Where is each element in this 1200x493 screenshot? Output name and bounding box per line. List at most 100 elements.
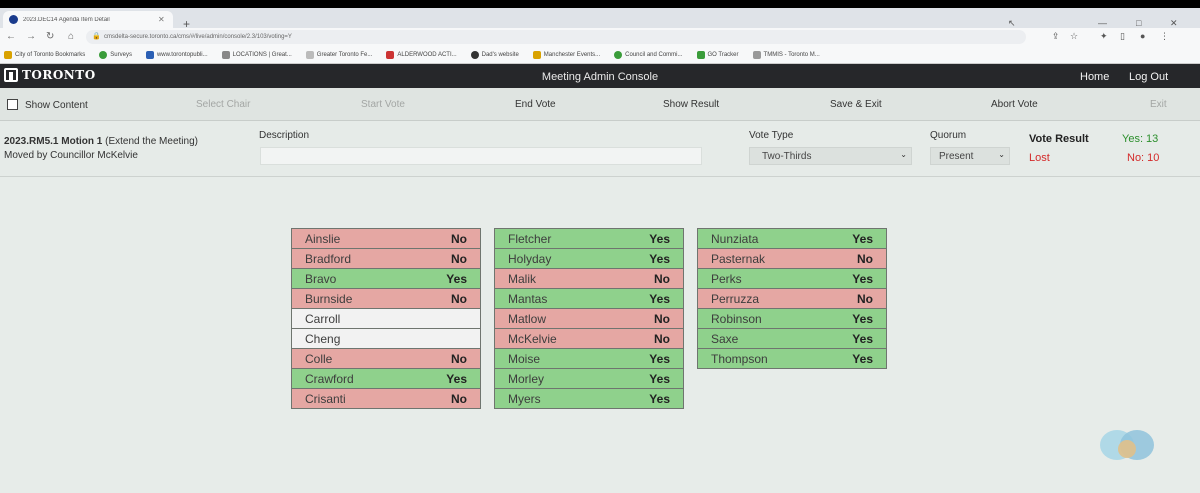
councillor-vote-row[interactable]: Bradford No [291, 248, 481, 269]
bookmark-item[interactable]: Greater Toronto Fe... [305, 50, 372, 59]
logout-link[interactable]: Log Out [1129, 71, 1168, 83]
address-bar-row: ← → ↻ ⌂ 🔒 cmsdelta-secure.toronto.ca/cms… [0, 28, 1200, 46]
councillor-name: Moise [508, 352, 541, 366]
vote-value: Yes [852, 352, 873, 366]
councillor-vote-row[interactable]: Malik No [494, 268, 684, 289]
vote-type-select[interactable]: Two-Thirds ⌄ [749, 147, 912, 165]
councillor-name: Malik [508, 272, 537, 286]
share-icon[interactable]: ⇪ [1052, 31, 1060, 42]
councillor-name: Nunziata [711, 232, 759, 246]
abort-vote-button[interactable]: Abort Vote [991, 99, 1038, 110]
councillor-vote-row[interactable]: Ainslie No [291, 228, 481, 249]
extensions-icon[interactable]: ✦ [1100, 31, 1108, 42]
councillor-vote-row[interactable]: Thompson Yes [697, 348, 887, 369]
councillor-name: Pasternak [711, 252, 766, 266]
motion-info-panel: 2023.RM5.1 Motion 1 (Extend the Meeting)… [0, 121, 1200, 177]
councillor-name: Fletcher [508, 232, 552, 246]
motion-title: 2023.RM5.1 Motion 1 (Extend the Meeting) [4, 136, 198, 147]
councillor-vote-row[interactable]: Myers Yes [494, 388, 684, 409]
councillor-name: Matlow [508, 312, 547, 326]
reload-icon[interactable]: ↻ [46, 31, 54, 42]
go-icon [696, 50, 705, 59]
bookmark-item[interactable]: Council and Commi... [614, 50, 683, 59]
bookmarks-bar: City of Toronto Bookmarks Surveys www.to… [0, 46, 1200, 64]
menu-icon[interactable]: ⋮ [1160, 31, 1169, 42]
bookmark-item[interactable]: Dad's website [470, 50, 519, 59]
vote-value: No [451, 232, 467, 246]
councillor-vote-row[interactable]: Morley Yes [494, 368, 684, 389]
councillor-name: Bradford [305, 252, 352, 266]
councillor-vote-row[interactable]: Cheng [291, 328, 481, 349]
sidebar-icon[interactable]: ▯ [1120, 31, 1125, 42]
bookmark-item[interactable]: TMMIS - Toronto M... [752, 50, 820, 59]
councillor-vote-row[interactable]: Mantas Yes [494, 288, 684, 309]
bookmark-star-icon[interactable]: ☆ [1070, 31, 1078, 42]
vote-value: No [451, 252, 467, 266]
councillor-vote-row[interactable]: Saxe Yes [697, 328, 887, 349]
bookmark-item[interactable]: ALDERWOOD ACTI... [386, 50, 457, 59]
globe-icon [470, 50, 479, 59]
url-field[interactable]: 🔒 cmsdelta-secure.toronto.ca/cms/#/live/… [86, 30, 1026, 44]
councillor-vote-row[interactable]: Moise Yes [494, 348, 684, 369]
councillor-name: Morley [508, 372, 545, 386]
bookmark-item[interactable]: LOCATIONS | Great... [221, 50, 292, 59]
vote-value: No [857, 252, 873, 266]
forward-icon[interactable]: → [26, 31, 36, 42]
lock-icon: 🔒 [92, 33, 101, 40]
home-icon[interactable]: ⌂ [68, 31, 74, 42]
description-input[interactable] [260, 147, 702, 165]
quorum-value: Present [939, 151, 974, 162]
vote-type-label: Vote Type [749, 130, 794, 141]
councillor-vote-row[interactable]: Matlow No [494, 308, 684, 329]
councillor-name: Perruzza [711, 292, 760, 306]
councillor-vote-row[interactable]: Perruzza No [697, 288, 887, 309]
favicon-icon [9, 15, 18, 24]
home-link[interactable]: Home [1080, 71, 1109, 83]
councillor-vote-row[interactable]: Pasternak No [697, 248, 887, 269]
vote-value: Yes [852, 232, 873, 246]
councillor-name: Thompson [711, 352, 768, 366]
councillor-vote-row[interactable]: Robinson Yes [697, 308, 887, 329]
tmmis-icon [752, 50, 761, 59]
vote-value: No [654, 272, 670, 286]
motion-id: 2023.RM5.1 Motion 1 [4, 136, 103, 147]
window-maximize-icon[interactable]: □ [1136, 18, 1141, 28]
councillor-vote-row[interactable]: McKelvie No [494, 328, 684, 349]
councillor-vote-row[interactable]: Crisanti No [291, 388, 481, 409]
quorum-select[interactable]: Present ⌄ [930, 147, 1010, 165]
vote-value: Yes [852, 332, 873, 346]
councillor-name: Colle [305, 352, 333, 366]
bookmark-item[interactable]: GO Tracker [696, 50, 739, 59]
vote-value: Yes [446, 372, 467, 386]
tab-close-icon[interactable]: ✕ [158, 15, 165, 24]
councillor-vote-row[interactable]: Burnside No [291, 288, 481, 309]
back-icon[interactable]: ← [6, 31, 16, 42]
councillor-vote-row[interactable]: Nunziata Yes [697, 228, 887, 249]
councillor-vote-row[interactable]: Holyday Yes [494, 248, 684, 269]
councillor-vote-row[interactable]: Fletcher Yes [494, 228, 684, 249]
show-content-toggle[interactable]: Show Content [7, 99, 88, 111]
show-result-button[interactable]: Show Result [663, 99, 719, 110]
window-minimize-icon[interactable]: — [1098, 18, 1107, 28]
select-chair-button[interactable]: Select Chair [196, 99, 250, 110]
save-exit-button[interactable]: Save & Exit [830, 99, 882, 110]
motion-subtitle: (Extend the Meeting) [105, 136, 198, 147]
bookmark-item[interactable]: Surveys [99, 50, 132, 59]
councillor-vote-row[interactable]: Bravo Yes [291, 268, 481, 289]
vote-column-2: Fletcher Yes Holyday Yes Malik No Mantas Yes Mat… [494, 228, 684, 409]
bookmark-item[interactable]: City of Toronto Bookmarks [4, 50, 85, 59]
exit-button[interactable]: Exit [1150, 99, 1167, 110]
profile-icon[interactable]: ● [1140, 31, 1145, 41]
councillor-vote-row[interactable]: Crawford Yes [291, 368, 481, 389]
councillor-vote-row[interactable]: Colle No [291, 348, 481, 369]
show-content-checkbox[interactable] [7, 99, 18, 110]
councillor-vote-row[interactable]: Carroll [291, 308, 481, 329]
end-vote-button[interactable]: End Vote [515, 99, 556, 110]
bookmark-item[interactable]: Manchester Events... [532, 50, 600, 59]
bookmark-item[interactable]: www.torontopubli... [145, 50, 208, 59]
page-icon [386, 50, 395, 59]
start-vote-button[interactable]: Start Vote [361, 99, 405, 110]
browser-tab[interactable]: 2023.DEC14 Agenda Item Detail ✕ [3, 11, 173, 28]
chevron-down-icon: ⌄ [998, 150, 1005, 159]
councillor-vote-row[interactable]: Perks Yes [697, 268, 887, 289]
